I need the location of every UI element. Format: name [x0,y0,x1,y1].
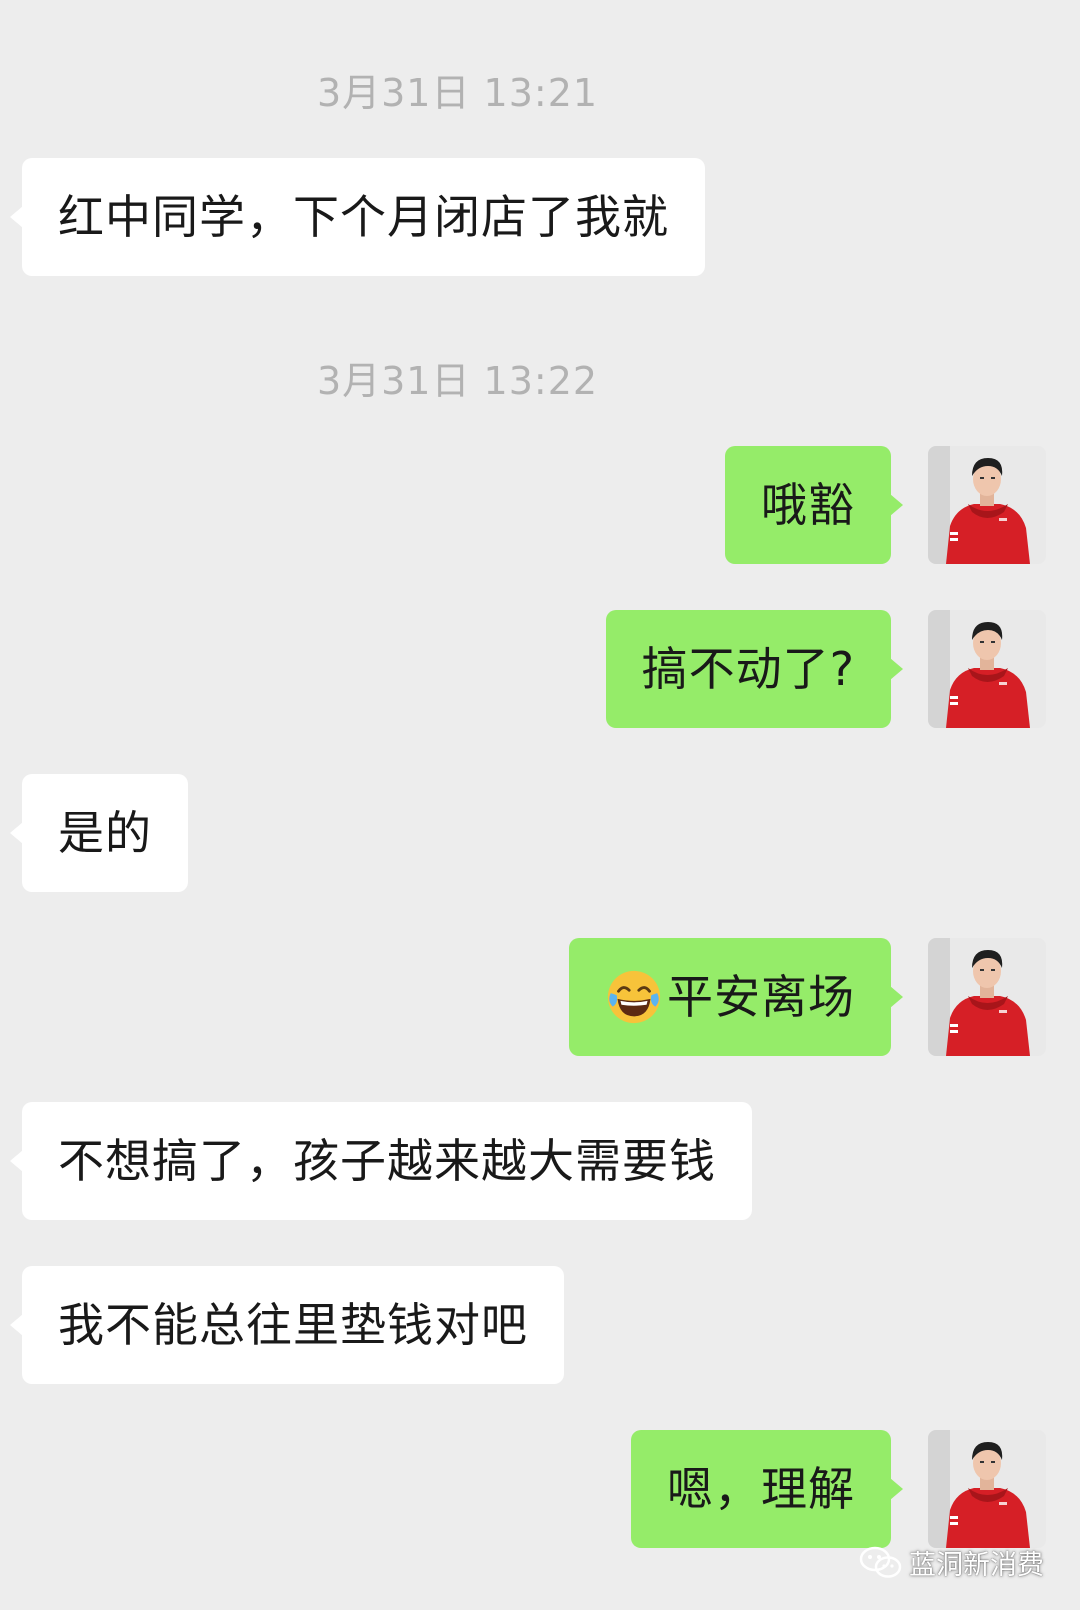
message-row: 是的 [0,774,1080,892]
avatar[interactable] [928,446,1046,564]
outgoing-message-bubble[interactable]: 哦豁 [725,446,903,564]
wechat-icon [859,1546,902,1578]
timestamp: 3月31日 13:22 [316,359,599,403]
message-row: 嗯，理解 [0,1430,1080,1548]
incoming-message-bubble[interactable]: 不想搞了，孩子越来越大需要钱 [10,1102,752,1220]
message-row: 不想搞了，孩子越来越大需要钱 [0,1102,1080,1220]
message-row: 哦豁 [0,446,1080,564]
incoming-message-bubble[interactable]: 我不能总往里垫钱对吧 [10,1266,564,1384]
avatar[interactable] [928,610,1046,728]
message-row: 搞不动了? [0,610,1080,728]
message-row: 我不能总往里垫钱对吧 [0,1266,1080,1384]
message-row: 平安离场 [0,938,1080,1056]
tears-of-joy-emoji [607,970,661,1023]
watermark: 蓝洞新消费 [859,1543,1044,1582]
incoming-message-bubble[interactable]: 是的 [10,774,188,892]
outgoing-message-bubble[interactable]: 嗯，理解 [631,1430,903,1548]
message-row: 红中同学，下个月闭店了我就 [0,158,1080,276]
outgoing-message-bubble[interactable]: 平安离场 [569,938,903,1056]
avatar[interactable] [928,938,1046,1056]
timestamp: 3月31日 13:21 [316,71,599,115]
message-text: 平安离场 [667,970,855,1024]
outgoing-message-bubble[interactable]: 搞不动了? [605,610,904,728]
avatar[interactable] [928,1430,1046,1548]
incoming-message-bubble[interactable]: 红中同学，下个月闭店了我就 [10,158,705,276]
watermark-text: 蓝洞新消费 [909,1550,1044,1581]
